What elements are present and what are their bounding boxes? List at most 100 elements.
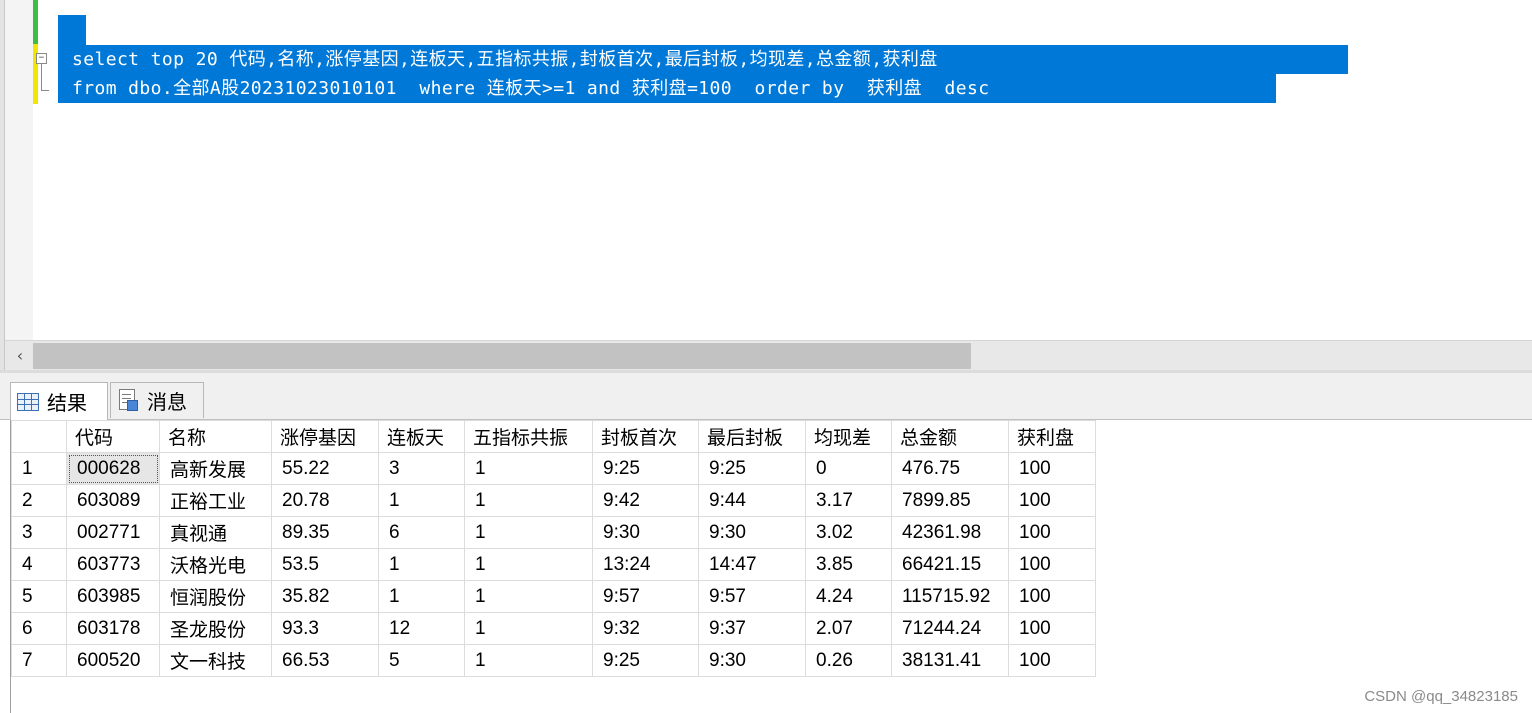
table-row[interactable]: 2 603089 正裕工业 20.78 1 1 9:42 9:44 3.17 7… (11, 484, 1096, 517)
code-cell[interactable]: 002771 (66, 516, 160, 549)
first-seal-cell[interactable]: 13:24 (592, 548, 699, 581)
profit-cell[interactable]: 100 (1008, 548, 1096, 581)
limit-gene-cell[interactable]: 35.82 (271, 580, 379, 613)
row-number-cell[interactable]: 3 (11, 516, 67, 549)
column-header-first-seal[interactable]: 封板首次 (592, 420, 699, 453)
name-cell[interactable]: 圣龙股份 (159, 612, 272, 645)
row-number-cell[interactable]: 4 (11, 548, 67, 581)
name-cell[interactable]: 沃格光电 (159, 548, 272, 581)
first-seal-cell[interactable]: 9:42 (592, 484, 699, 517)
avg-diff-cell[interactable]: 4.24 (805, 580, 892, 613)
avg-diff-cell[interactable]: 0.26 (805, 644, 892, 677)
first-seal-cell[interactable]: 9:57 (592, 580, 699, 613)
total-amount-cell[interactable]: 71244.24 (891, 612, 1009, 645)
consecutive-days-cell[interactable]: 1 (378, 484, 465, 517)
limit-gene-cell[interactable]: 53.5 (271, 548, 379, 581)
table-row[interactable]: 3 002771 真视通 89.35 6 1 9:30 9:30 3.02 42… (11, 516, 1096, 549)
five-indicator-cell[interactable]: 1 (464, 484, 593, 517)
avg-diff-cell[interactable]: 3.85 (805, 548, 892, 581)
last-seal-cell[interactable]: 14:47 (698, 548, 806, 581)
first-seal-cell[interactable]: 9:32 (592, 612, 699, 645)
five-indicator-cell[interactable]: 1 (464, 516, 593, 549)
table-row[interactable]: 5 603985 恒润股份 35.82 1 1 9:57 9:57 4.24 1… (11, 580, 1096, 613)
table-row[interactable]: 7 600520 文一科技 66.53 5 1 9:25 9:30 0.26 3… (11, 644, 1096, 677)
column-header-rownum[interactable] (11, 420, 67, 453)
code-cell[interactable]: 603089 (66, 484, 160, 517)
scrollbar-thumb[interactable] (33, 343, 971, 369)
consecutive-days-cell[interactable]: 3 (378, 452, 465, 485)
table-row[interactable]: 1 000628 高新发展 55.22 3 1 9:25 9:25 0 476.… (11, 452, 1096, 485)
outline-collapse-toggle[interactable]: − (36, 53, 47, 64)
column-header-limit-gene[interactable]: 涨停基因 (271, 420, 379, 453)
column-header-last-seal[interactable]: 最后封板 (698, 420, 806, 453)
avg-diff-cell[interactable]: 2.07 (805, 612, 892, 645)
table-row[interactable]: 6 603178 圣龙股份 93.3 12 1 9:32 9:37 2.07 7… (11, 612, 1096, 645)
query-editor[interactable]: − select top 20 代码,名称,涨停基因,连板天,五指标共振,封板首… (0, 0, 1532, 372)
code-cell[interactable]: 603985 (66, 580, 160, 613)
row-number-cell[interactable]: 1 (11, 452, 67, 485)
total-amount-cell[interactable]: 66421.15 (891, 548, 1009, 581)
row-number-cell[interactable]: 2 (11, 484, 67, 517)
code-cell[interactable]: 603178 (66, 612, 160, 645)
results-grid[interactable]: 代码 名称 涨停基因 连板天 五指标共振 封板首次 最后封板 均现差 总金额 获… (10, 420, 1532, 713)
five-indicator-cell[interactable]: 1 (464, 580, 593, 613)
limit-gene-cell[interactable]: 66.53 (271, 644, 379, 677)
editor-horizontal-scrollbar[interactable]: ‹ (5, 340, 1532, 371)
last-seal-cell[interactable]: 9:25 (698, 452, 806, 485)
limit-gene-cell[interactable]: 89.35 (271, 516, 379, 549)
consecutive-days-cell[interactable]: 1 (378, 580, 465, 613)
avg-diff-cell[interactable]: 3.02 (805, 516, 892, 549)
five-indicator-cell[interactable]: 1 (464, 548, 593, 581)
consecutive-days-cell[interactable]: 6 (378, 516, 465, 549)
last-seal-cell[interactable]: 9:44 (698, 484, 806, 517)
last-seal-cell[interactable]: 9:30 (698, 644, 806, 677)
five-indicator-cell[interactable]: 1 (464, 644, 593, 677)
limit-gene-cell[interactable]: 20.78 (271, 484, 379, 517)
profit-cell[interactable]: 100 (1008, 484, 1096, 517)
profit-cell[interactable]: 100 (1008, 452, 1096, 485)
sql-line-1[interactable]: select top 20 代码,名称,涨停基因,连板天,五指标共振,封板首次,… (72, 45, 938, 74)
column-header-five-indicator[interactable]: 五指标共振 (464, 420, 593, 453)
code-cell[interactable]: 603773 (66, 548, 160, 581)
code-cell[interactable]: 600520 (66, 644, 160, 677)
column-header-consecutive-days[interactable]: 连板天 (378, 420, 465, 453)
name-cell[interactable]: 文一科技 (159, 644, 272, 677)
row-number-cell[interactable]: 5 (11, 580, 67, 613)
consecutive-days-cell[interactable]: 1 (378, 548, 465, 581)
total-amount-cell[interactable]: 38131.41 (891, 644, 1009, 677)
five-indicator-cell[interactable]: 1 (464, 612, 593, 645)
five-indicator-cell[interactable]: 1 (464, 452, 593, 485)
name-cell[interactable]: 恒润股份 (159, 580, 272, 613)
column-header-profit[interactable]: 获利盘 (1008, 420, 1096, 453)
column-header-total-amount[interactable]: 总金额 (891, 420, 1009, 453)
sql-line-2[interactable]: from dbo.全部A股20231023010101 where 连板天>=1… (72, 74, 990, 103)
name-cell[interactable]: 真视通 (159, 516, 272, 549)
consecutive-days-cell[interactable]: 5 (378, 644, 465, 677)
limit-gene-cell[interactable]: 55.22 (271, 452, 379, 485)
profit-cell[interactable]: 100 (1008, 644, 1096, 677)
tab-results[interactable]: 结果 (10, 382, 108, 420)
column-header-name[interactable]: 名称 (159, 420, 272, 453)
scroll-left-arrow-icon[interactable]: ‹ (9, 345, 31, 367)
avg-diff-cell[interactable]: 3.17 (805, 484, 892, 517)
name-cell[interactable]: 高新发展 (159, 452, 272, 485)
profit-cell[interactable]: 100 (1008, 612, 1096, 645)
total-amount-cell[interactable]: 115715.92 (891, 580, 1009, 613)
profit-cell[interactable]: 100 (1008, 516, 1096, 549)
last-seal-cell[interactable]: 9:30 (698, 516, 806, 549)
profit-cell[interactable]: 100 (1008, 580, 1096, 613)
first-seal-cell[interactable]: 9:25 (592, 452, 699, 485)
last-seal-cell[interactable]: 9:57 (698, 580, 806, 613)
first-seal-cell[interactable]: 9:30 (592, 516, 699, 549)
total-amount-cell[interactable]: 476.75 (891, 452, 1009, 485)
consecutive-days-cell[interactable]: 12 (378, 612, 465, 645)
last-seal-cell[interactable]: 9:37 (698, 612, 806, 645)
code-cell[interactable]: 000628 (66, 452, 160, 485)
column-header-code[interactable]: 代码 (66, 420, 160, 453)
total-amount-cell[interactable]: 7899.85 (891, 484, 1009, 517)
name-cell[interactable]: 正裕工业 (159, 484, 272, 517)
avg-diff-cell[interactable]: 0 (805, 452, 892, 485)
row-number-cell[interactable]: 7 (11, 644, 67, 677)
column-header-avg-diff[interactable]: 均现差 (805, 420, 892, 453)
table-row[interactable]: 4 603773 沃格光电 53.5 1 1 13:24 14:47 3.85 … (11, 548, 1096, 581)
